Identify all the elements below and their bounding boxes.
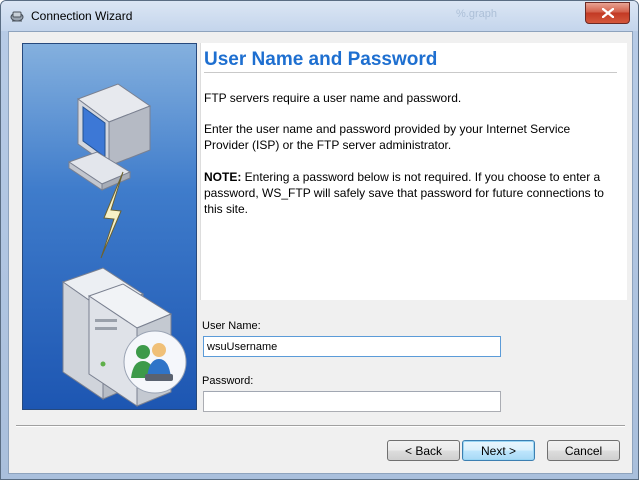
app-icon xyxy=(10,11,24,22)
connection-wizard-window: Connection Wizard %.graph User Name and … xyxy=(0,0,639,480)
users-icon xyxy=(123,330,187,394)
note-label: NOTE: xyxy=(204,170,242,184)
cancel-button[interactable]: Cancel xyxy=(547,440,620,461)
instructions-text: Enter the user name and password provide… xyxy=(204,122,571,152)
wizard-client-area: User Name and Password FTP servers requi… xyxy=(8,31,633,474)
next-button[interactable]: Next > xyxy=(462,440,535,461)
note-text: Entering a password below is not require… xyxy=(204,170,604,216)
close-button[interactable] xyxy=(585,2,630,24)
window-title: Connection Wizard xyxy=(31,9,133,23)
username-input[interactable] xyxy=(203,336,501,357)
page-title: User Name and Password xyxy=(204,49,438,70)
computer-icon xyxy=(67,83,152,191)
username-label: User Name: xyxy=(202,320,261,332)
close-icon xyxy=(601,8,614,18)
intro-text: FTP servers require a user name and pass… xyxy=(204,91,462,105)
button-separator xyxy=(16,425,625,427)
password-input[interactable] xyxy=(203,391,501,412)
title-bar[interactable]: Connection Wizard %.graph xyxy=(1,1,638,31)
wizard-illustration xyxy=(22,43,197,410)
back-button[interactable]: < Back xyxy=(387,440,460,461)
note-paragraph: NOTE: Entering a password below is not r… xyxy=(204,169,609,217)
background-title-ghost: %.graph xyxy=(456,8,497,20)
password-label: Password: xyxy=(202,375,254,387)
title-divider xyxy=(204,72,617,73)
